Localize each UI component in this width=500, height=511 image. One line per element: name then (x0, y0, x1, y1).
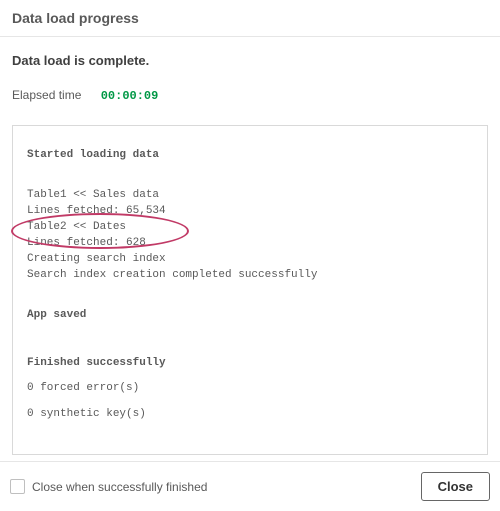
log-line: Table2 << Dates (27, 220, 473, 236)
log-line: Search index creation completed successf… (27, 268, 473, 284)
log-heading-saved: App saved (27, 308, 473, 324)
log-line: Lines fetched: 628 (27, 236, 473, 252)
dialog-header: Data load progress (0, 0, 500, 37)
load-log-panel: Started loading data Table1 << Sales dat… (12, 125, 488, 455)
log-line: Table1 << Sales data (27, 188, 473, 204)
elapsed-time-label: Elapsed time (12, 88, 81, 102)
log-line: Lines fetched: 65,534 (27, 204, 473, 220)
log-line: 0 synthetic key(s) (27, 407, 473, 423)
log-heading-finished: Finished successfully (27, 356, 473, 372)
dialog-footer: Close when successfully finished Close (0, 461, 500, 511)
close-on-finish-checkbox[interactable]: Close when successfully finished (10, 479, 421, 494)
dialog-title: Data load progress (12, 10, 488, 26)
load-status-message: Data load is complete. (0, 37, 500, 68)
elapsed-time-row: Elapsed time 00:00:09 (0, 68, 500, 111)
log-line: 0 forced error(s) (27, 381, 473, 397)
close-button[interactable]: Close (421, 472, 490, 501)
log-heading-start: Started loading data (27, 148, 473, 164)
checkbox-icon (10, 479, 25, 494)
elapsed-time-value: 00:00:09 (101, 89, 159, 103)
close-on-finish-label: Close when successfully finished (32, 480, 207, 494)
log-line: Creating search index (27, 252, 473, 268)
